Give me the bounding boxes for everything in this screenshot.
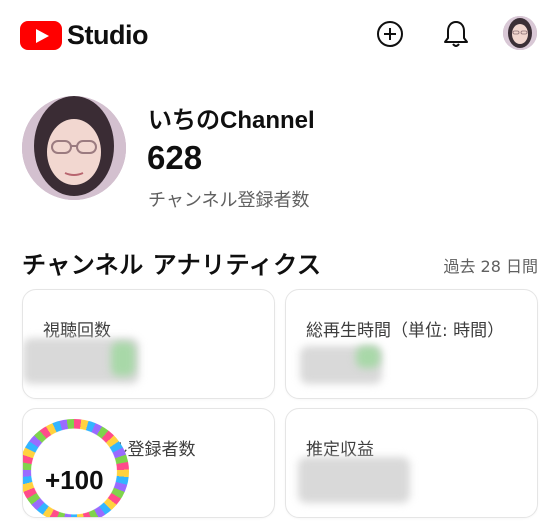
analytics-period: 過去 28 日間 — [443, 257, 538, 276]
watch-time-card[interactable]: 総再生時間（単位: 時間） — [285, 289, 538, 399]
notifications-icon — [444, 21, 468, 47]
top-app-bar: Studio — [0, 0, 560, 68]
views-card[interactable]: 視聴回数 — [22, 289, 275, 399]
subscriber-count: 628 — [147, 139, 203, 176]
youtube-play-icon — [20, 21, 62, 50]
subscribers-card[interactable]: チャンネル登録者数 +100 — [22, 408, 275, 518]
channel-avatar[interactable] — [22, 96, 126, 200]
notifications-button[interactable] — [438, 16, 474, 52]
card-value: +100 — [45, 465, 104, 495]
avatar-photo — [503, 16, 537, 50]
channel-avatar-photo — [22, 96, 126, 200]
logo-text: Studio — [67, 20, 148, 50]
youtube-studio-logo[interactable]: Studio — [20, 20, 148, 51]
estimated-revenue-card[interactable]: 推定収益 — [285, 408, 538, 518]
redacted-value-accent — [356, 346, 380, 368]
account-avatar[interactable] — [503, 16, 537, 50]
card-label: 総再生時間（単位: 時間） — [306, 321, 505, 341]
analytics-title: チャンネル アナリティクス — [22, 251, 322, 279]
subscriber-label: チャンネル登録者数 — [148, 190, 310, 211]
redacted-value-accent — [111, 342, 135, 376]
channel-name: いちのChannel — [148, 107, 315, 134]
create-button[interactable] — [372, 16, 408, 52]
create-icon — [377, 21, 403, 47]
redacted-value — [298, 457, 410, 503]
